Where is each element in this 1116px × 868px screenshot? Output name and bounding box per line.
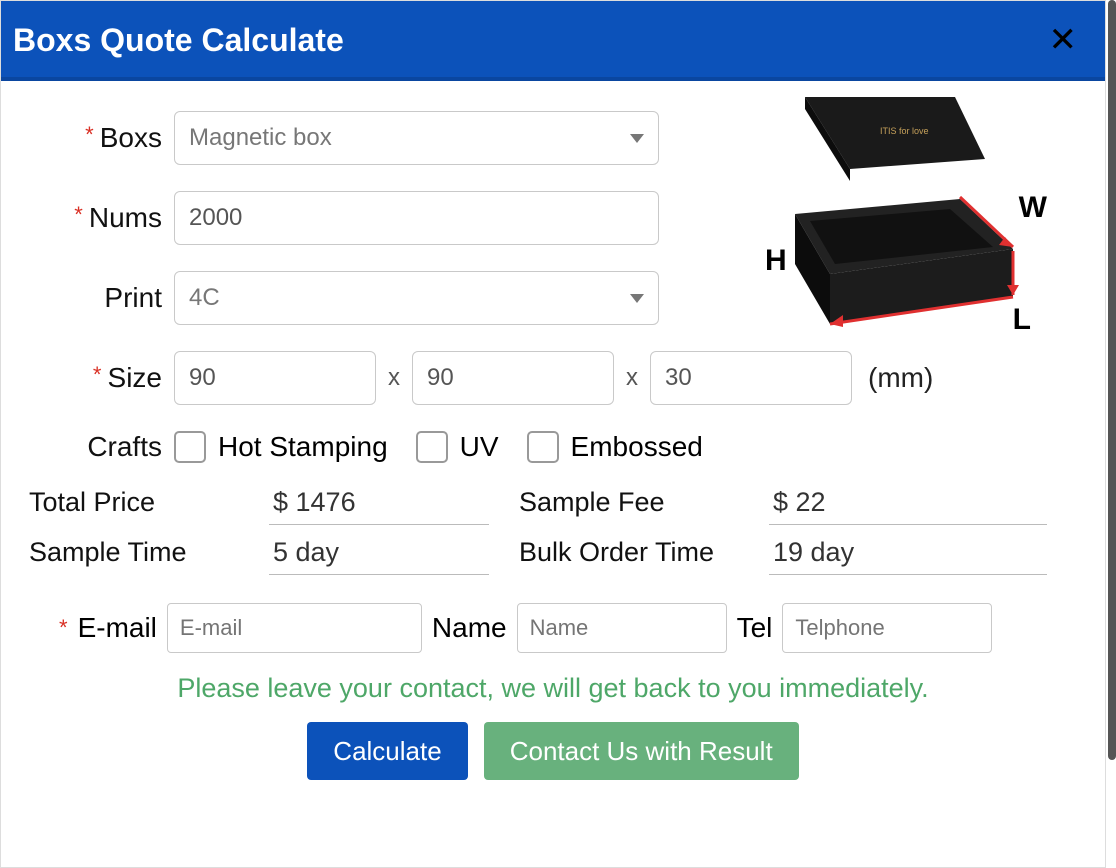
size-w-input[interactable]	[412, 351, 614, 405]
scrollbar-thumb[interactable]	[1108, 0, 1116, 760]
name-input[interactable]	[517, 603, 727, 653]
sample-fee-value: $ 22	[769, 483, 1047, 525]
total-price-label: Total Price	[29, 483, 269, 525]
size-l-input[interactable]	[174, 351, 376, 405]
chevron-down-icon	[630, 134, 644, 143]
modal-title: Boxs Quote Calculate	[13, 22, 344, 59]
calculate-button[interactable]: Calculate	[307, 722, 467, 780]
size-h-input[interactable]	[650, 351, 852, 405]
boxs-label: Boxs	[29, 122, 174, 154]
total-price-value: $ 1476	[269, 483, 489, 525]
contact-row: * E-mail Name Tel	[29, 603, 1077, 653]
box-type-select[interactable]: Magnetic box	[174, 111, 659, 165]
email-input[interactable]	[167, 603, 422, 653]
vertical-scrollbar[interactable]	[1106, 0, 1116, 868]
sample-fee-label: Sample Fee	[519, 483, 769, 525]
box-illustration: ITIS for love H W L	[735, 89, 1045, 339]
crafts-label: Crafts	[29, 431, 174, 463]
svg-text:ITIS for love: ITIS for love	[880, 126, 929, 136]
contact-note: Please leave your contact, we will get b…	[29, 673, 1077, 704]
uv-label: UV	[460, 431, 499, 463]
modal-header: Boxs Quote Calculate ✕	[1, 1, 1105, 81]
illus-h-label: H	[765, 244, 787, 278]
bulk-time-value: 19 day	[769, 533, 1047, 575]
nums-label: Nums	[29, 202, 174, 234]
print-label: Print	[29, 282, 174, 314]
results-grid: Total Price $ 1476 Sample Fee $ 22 Sampl…	[29, 483, 1077, 575]
hot-stamping-checkbox[interactable]	[174, 431, 206, 463]
name-label: Name	[432, 612, 507, 644]
size-sep-1: x	[388, 364, 400, 392]
sample-time-value: 5 day	[269, 533, 489, 575]
quote-modal: Boxs Quote Calculate ✕	[0, 0, 1106, 868]
sample-time-label: Sample Time	[29, 533, 269, 575]
tel-input[interactable]	[782, 603, 992, 653]
size-unit: (mm)	[868, 362, 933, 394]
illus-w-label: W	[1019, 191, 1047, 225]
modal-body: ITIS for love H W L Boxs Magnetic box Nu…	[1, 81, 1105, 780]
chevron-down-icon	[630, 294, 644, 303]
box-type-value: Magnetic box	[189, 124, 332, 152]
embossed-label: Embossed	[571, 431, 703, 463]
email-required-star: *	[59, 615, 68, 641]
size-sep-2: x	[626, 364, 638, 392]
print-value: 4C	[189, 284, 220, 312]
close-icon[interactable]: ✕	[1041, 19, 1086, 61]
print-select[interactable]: 4C	[174, 271, 659, 325]
illus-l-label: L	[1013, 303, 1031, 337]
size-label: Size	[29, 362, 174, 394]
action-buttons: Calculate Contact Us with Result	[29, 722, 1077, 780]
tel-label: Tel	[737, 612, 773, 644]
embossed-checkbox[interactable]	[527, 431, 559, 463]
uv-checkbox[interactable]	[416, 431, 448, 463]
nums-input[interactable]	[174, 191, 659, 245]
hot-stamping-label: Hot Stamping	[218, 431, 388, 463]
bulk-time-label: Bulk Order Time	[519, 533, 769, 575]
email-label: E-mail	[78, 612, 157, 644]
contact-us-button[interactable]: Contact Us with Result	[484, 722, 799, 780]
